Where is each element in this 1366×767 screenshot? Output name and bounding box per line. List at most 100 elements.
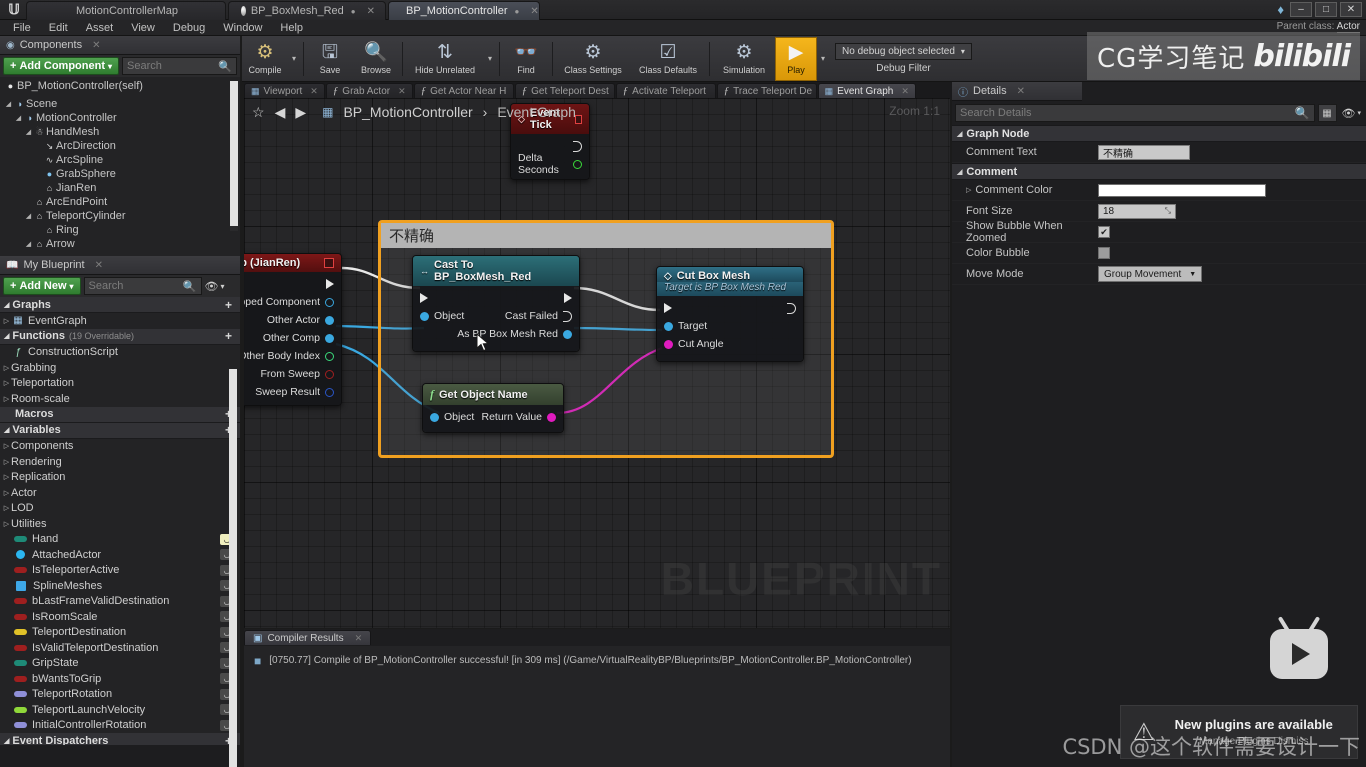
add-component-button[interactable]: + Add Component ▾ [3,57,119,75]
my-blueprint-list[interactable]: ◢ Graphs + ▷ ▦ EventGraph ◢ Functions (19 Overri… [0,297,240,745]
graph-tab-get-actor-near-h[interactable]: ƒGet Actor Near H✕ [413,83,514,98]
graph-tab-grab-actor[interactable]: ƒ Grab Actor ✕ [325,83,413,98]
list-item[interactable]: ▷ Grabbing [0,360,240,376]
graph-tab-get-teleport-dest[interactable]: ƒGet Teleport Dest✕ [514,83,615,98]
minimize-button[interactable]: – [1290,2,1312,17]
list-item[interactable]: GripState ◡ [0,656,240,672]
add-new-button[interactable]: + Add New ▾ [3,277,81,295]
expand-arrow-icon[interactable]: ◢ [4,301,9,309]
list-item[interactable]: ▷ Teleportation [0,376,240,392]
move-mode-select[interactable]: Group Movement ▼ [1098,266,1203,282]
forward-icon[interactable]: ▶ [295,104,306,121]
expand-arrow-icon[interactable]: ▷ [2,489,11,497]
pin-delta-seconds[interactable]: Delta Seconds [511,152,589,176]
pin-target[interactable]: Target [657,317,803,335]
compiler-results-tab[interactable]: ▣ Compiler Results ✕ [244,630,372,645]
section-header-variables[interactable]: ◢Variables+ [0,422,240,439]
section-header-graphs[interactable]: ◢ Graphs + [0,297,240,313]
list-item[interactable]: IsTeleporterActive ◡ [0,563,240,579]
expand-arrow-icon[interactable]: ◢ [24,128,33,136]
list-item[interactable]: ▷ ▦ EventGraph [0,313,240,329]
comment-title[interactable]: 不精确 [381,223,831,248]
window-tab-bp-boxmesh-red[interactable]: BP_BoxMesh_Red ● ✕ [228,1,386,20]
menu-item-edit[interactable]: Edit [40,20,77,36]
list-item[interactable]: IsRoomScale ◡ [0,609,240,625]
menu-item-view[interactable]: View [122,20,164,36]
add-icon[interactable]: + [225,298,236,312]
component-tree-item[interactable]: ⌂ ArcEndPoint [0,195,240,209]
my-blueprint-panel-header[interactable]: 📖 My Blueprint ✕ [0,256,240,275]
graph-tab-activate-teleport[interactable]: ƒActivate Teleport ✕ [615,83,716,98]
expand-arrow-icon[interactable]: ▷ [2,504,11,512]
components-search-input[interactable]: Search 🔍 [122,57,237,75]
expand-arrow-icon[interactable]: ▷ [2,379,11,387]
list-item[interactable]: ▷ Rendering [0,454,240,470]
list-item[interactable]: TeleportLaunchVelocity ◡ [0,702,240,718]
expand-arrow-icon[interactable]: ◢ [14,114,23,122]
expand-arrow-icon[interactable]: ▷ [2,364,11,372]
close-icon[interactable]: ✕ [398,86,406,97]
chevron-down-icon[interactable]: ▾ [817,54,829,63]
menu-item-help[interactable]: Help [271,20,312,36]
list-item[interactable]: InitialControllerRotation ◡ [0,718,240,734]
details-visibility-toggle[interactable]: 👁 ▾ [1340,107,1363,120]
component-tree-item[interactable]: ● GrabSphere [0,167,240,181]
toolbar-compile-button[interactable]: ⚙ Compile [242,37,288,81]
close-icon[interactable]: ✕ [530,6,538,17]
list-item[interactable]: ▷ LOD [0,501,240,517]
expand-arrow-icon[interactable]: ▷ [2,317,11,325]
toolbar-play-button[interactable]: ▶ Play [775,36,818,81]
pin-cut-angle[interactable]: Cut Angle [657,335,803,353]
search-details-input[interactable]: Search Details 🔍 [955,104,1315,122]
pin-other-body-index[interactable]: Other Body Index [244,347,341,365]
details-panel-header[interactable]: ⓘ Details ✕ [952,82,1082,101]
close-icon[interactable]: ✕ [95,260,103,271]
toolbar-browse-button[interactable]: 🔍 Browse [353,37,399,81]
component-tree-item[interactable]: ⌂ JianRen [0,181,240,195]
list-item[interactable]: ƒ ConstructionScript [0,345,240,361]
component-tree-item[interactable]: ◢ ⌂ Arrow [0,237,240,251]
component-root[interactable]: ● BP_MotionController(self) [0,79,240,93]
exec-in-pin-icon[interactable] [664,303,672,313]
list-item[interactable]: ▷ Room-scale [0,391,240,407]
components-tree[interactable]: ● BP_MotionController(self) ◢ ◑ Scene ◢ ◑ Mot… [0,77,240,256]
expand-arrow-icon[interactable]: ◢ [957,168,962,176]
components-panel-header[interactable]: ◉ Components ✕ [0,36,240,55]
object-pin-icon[interactable] [430,412,439,422]
component-tree-item[interactable]: ⌂ Ring [0,223,240,237]
get-object-name-node[interactable]: f Get Object Name Object Return Value [422,383,564,433]
exec-out-pin-icon[interactable] [787,302,796,314]
details-section-graph-node[interactable]: ◢ Graph Node [952,125,1366,142]
exec-in-pin-icon[interactable] [420,293,428,303]
spinner-icon[interactable]: ⤡ [1165,206,1171,216]
menu-item-file[interactable]: File [4,20,40,36]
expand-arrow-icon[interactable]: ▷ [2,458,11,466]
expand-arrow-icon[interactable]: ▷ [2,395,11,403]
list-item[interactable]: bWantsToGrip ◡ [0,671,240,687]
visibility-toggle[interactable]: 👁 ▾ [205,280,225,293]
expand-arrow-icon[interactable]: ◢ [957,130,962,138]
list-item[interactable]: AttachedActor ◡ [0,547,240,563]
components-scrollbar[interactable] [230,81,238,231]
window-tab-bp-motioncontroller[interactable]: BP_MotionController ● ✕ [388,1,540,20]
expand-arrow-icon[interactable]: ◢ [4,332,9,340]
list-item[interactable]: SplineMeshes ◡ [0,578,240,594]
expand-arrow-icon[interactable]: ▷ [966,186,971,194]
cut-box-mesh-node[interactable]: ◇ Cut Box Mesh Target is BP Box Mesh Red… [656,266,804,362]
pin-overlapped-component[interactable]: Overlapped Component [244,293,341,311]
list-item[interactable]: Hand ◡ [0,532,240,548]
window-tab-motioncontrollermap[interactable]: MotionControllerMap [26,1,226,20]
exec-out-pin-icon[interactable] [564,293,572,303]
column-view-button[interactable]: ▦ [1317,104,1337,122]
close-icon[interactable]: ✕ [310,86,318,97]
toolbar-hide-unrelated-button[interactable]: ⇅ Hide Unrelated [406,37,484,81]
graph-tab-trace-teleport-de[interactable]: ƒTrace Teleport De ✕ [716,83,817,98]
checkbox[interactable]: ✔ [1098,226,1110,238]
expand-arrow-icon[interactable]: ▷ [2,473,11,481]
close-icon[interactable]: ✕ [367,6,375,17]
debug-object-select[interactable]: No debug object selected ▾ [835,43,972,60]
toolbar-class-defaults-button[interactable]: ☑ Class Defaults [630,37,706,81]
expand-arrow-icon[interactable]: ◢ [4,100,13,108]
list-item[interactable]: ▷ Replication [0,470,240,486]
chevron-down-icon[interactable]: ▾ [288,54,300,63]
